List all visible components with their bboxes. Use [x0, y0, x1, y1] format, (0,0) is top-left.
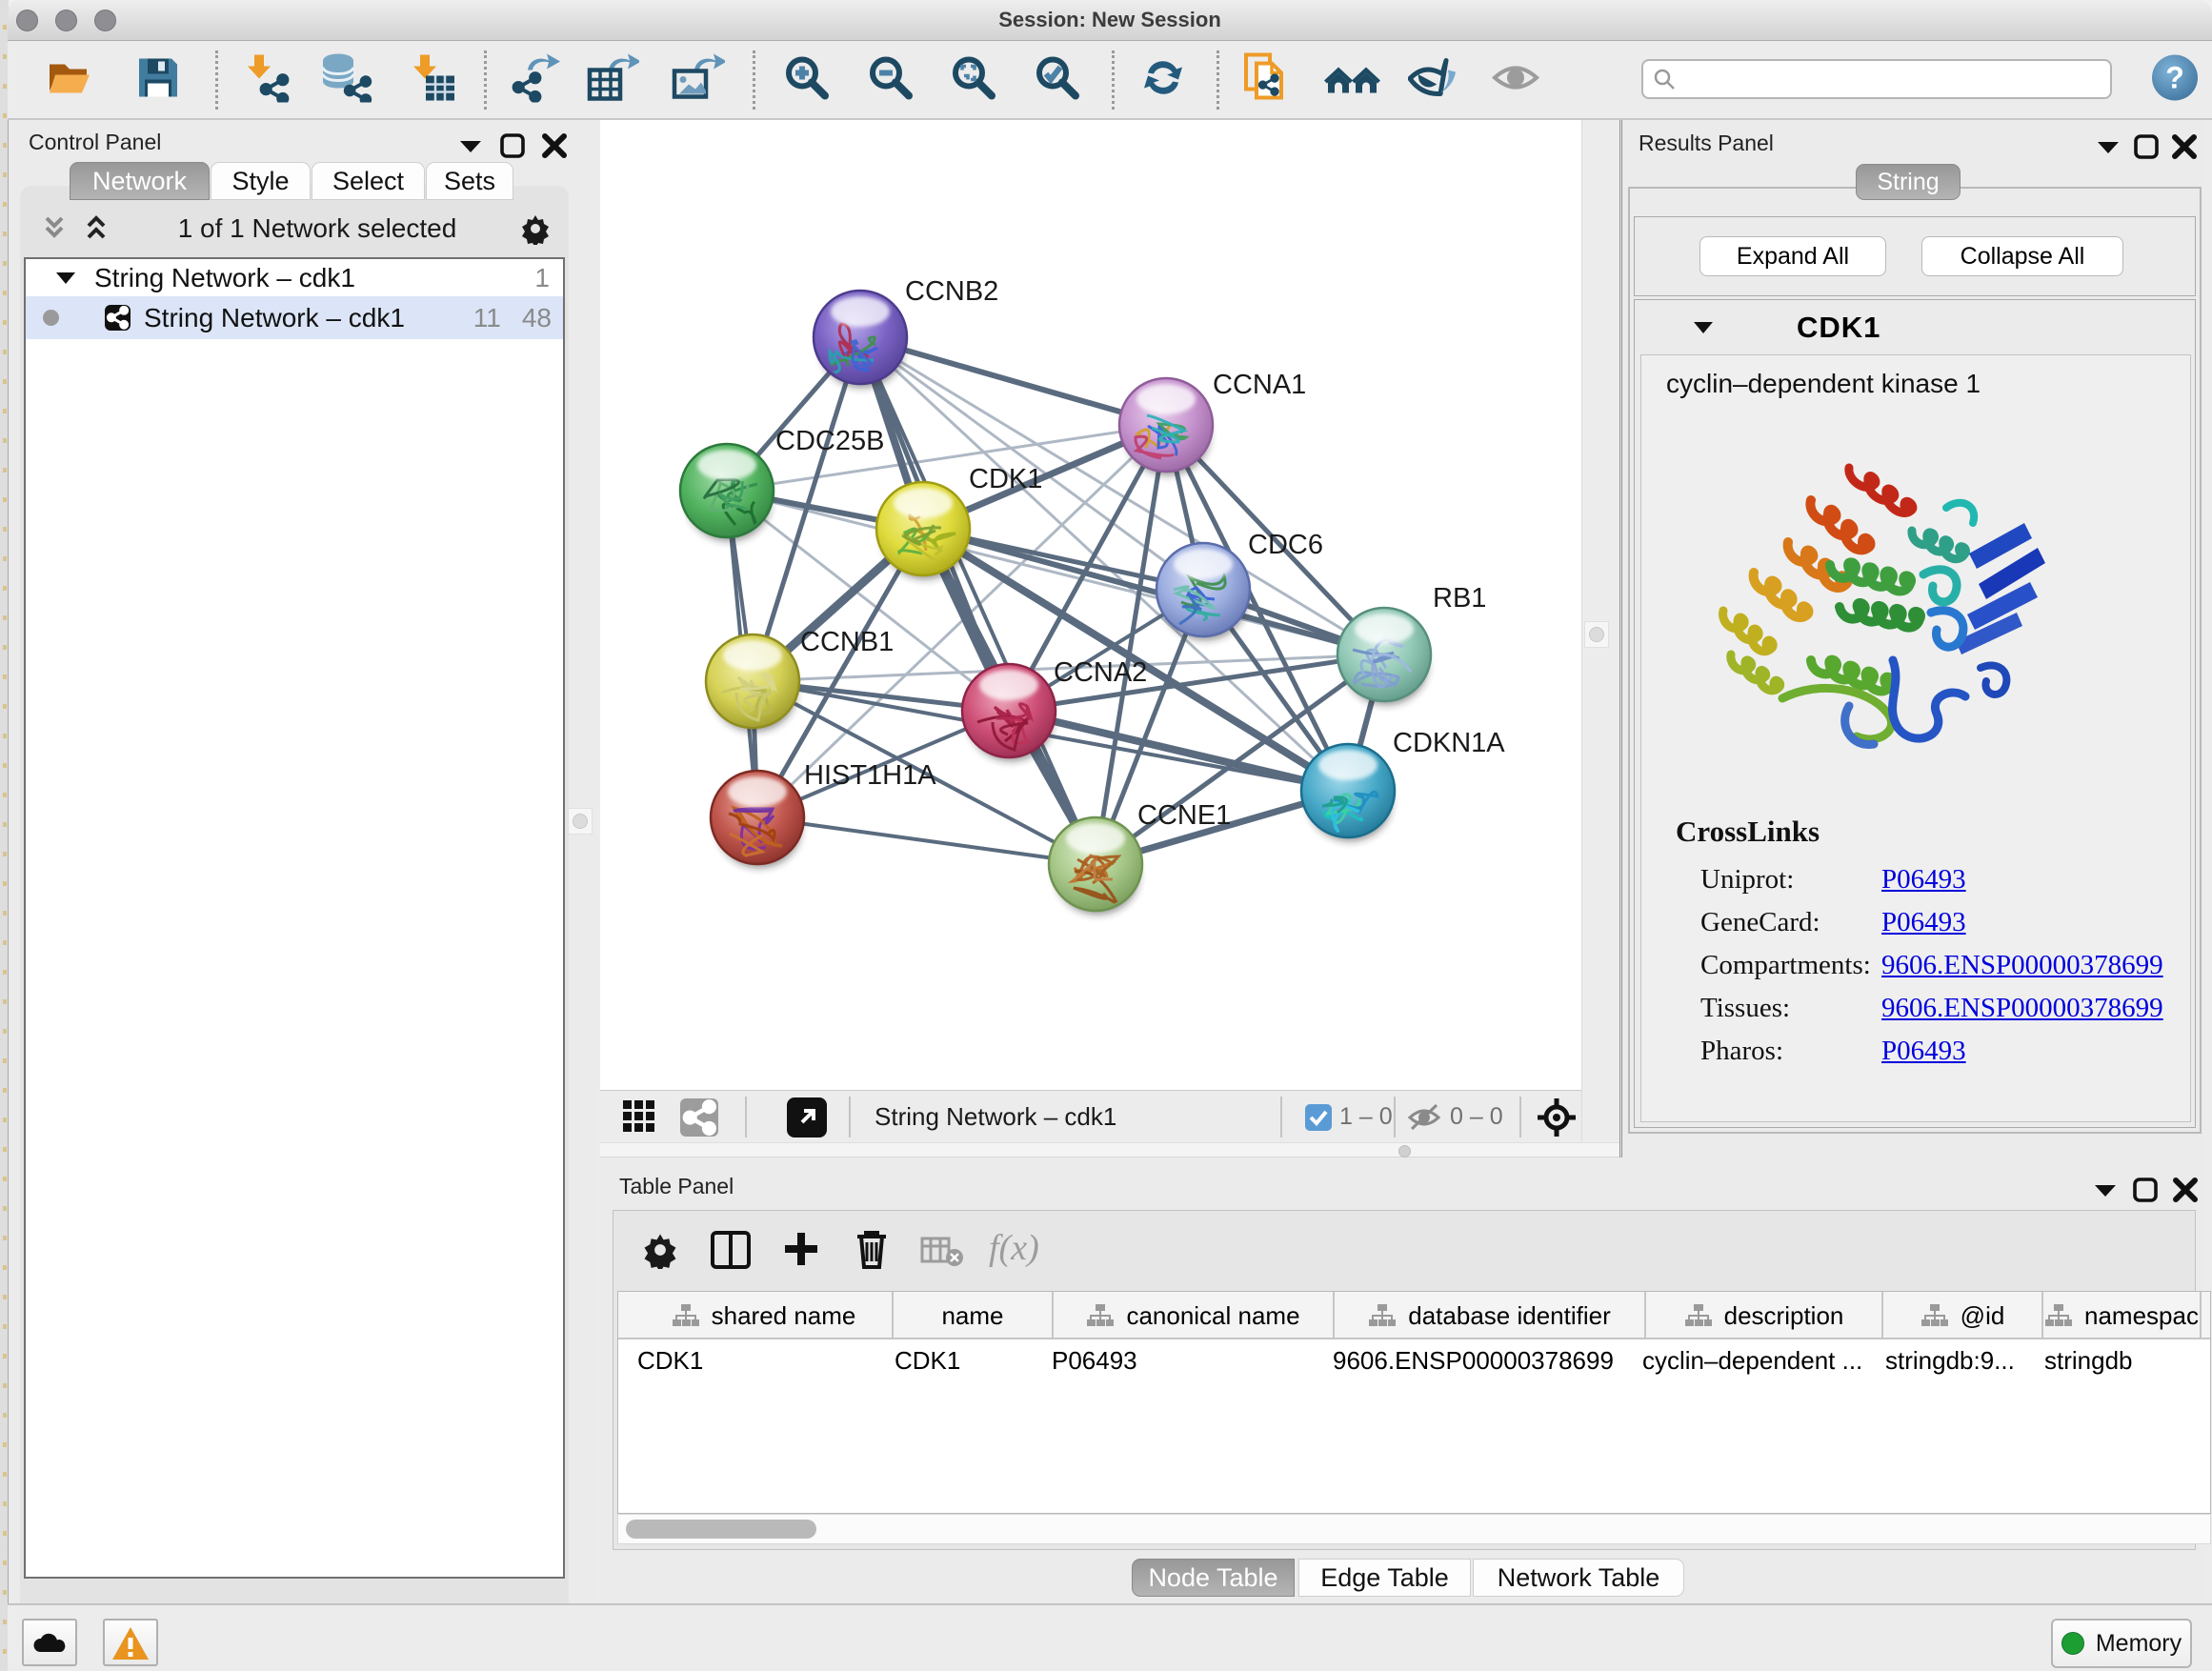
svg-text:CCNB2: CCNB2 [905, 276, 998, 307]
svg-text:CCNA1: CCNA1 [1213, 370, 1306, 400]
svg-text:CCNA2: CCNA2 [1054, 657, 1147, 688]
svg-text:CDC6: CDC6 [1248, 530, 1323, 560]
svg-text:?: ? [2165, 61, 2184, 95]
svg-text:HIST1H1A: HIST1H1A [804, 760, 936, 791]
svg-text:CDK1: CDK1 [969, 464, 1042, 494]
svg-text:CCNB1: CCNB1 [800, 627, 894, 657]
svg-text:CDKN1A: CDKN1A [1393, 728, 1505, 758]
svg-text:RB1: RB1 [1433, 583, 1486, 614]
svg-text:CCNE1: CCNE1 [1137, 800, 1231, 831]
svg-text:CDC25B: CDC25B [775, 426, 884, 456]
